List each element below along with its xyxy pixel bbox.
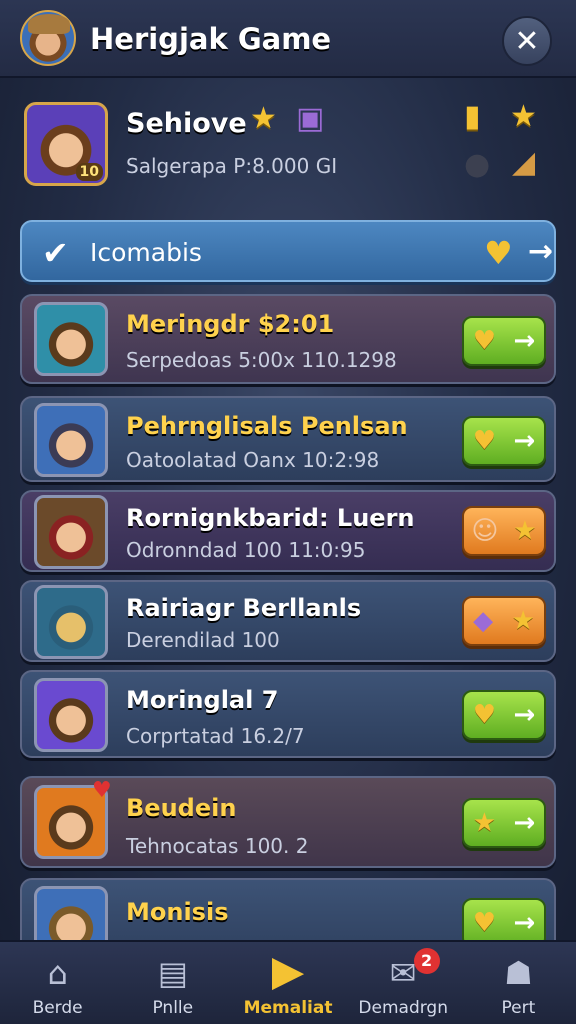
- arrow-right-icon: →: [528, 234, 554, 269]
- feather-icon[interactable]: ◢: [512, 148, 535, 178]
- close-icon: ✕: [514, 23, 540, 59]
- category-banner[interactable]: ✔ Icomabis ♥ →: [20, 220, 556, 282]
- profile-name: Sehiove: [126, 108, 247, 139]
- check-icon: ✔: [42, 234, 69, 272]
- item-subtitle: Oatoolatad Oanx 10:2:98: [126, 448, 380, 472]
- heart-icon: ♥: [472, 426, 497, 456]
- claim-button[interactable]: ♥ →: [462, 690, 546, 740]
- star-icon: ★: [250, 101, 277, 136]
- star-icon: ★: [513, 516, 537, 546]
- profile-avatar[interactable]: 10: [24, 102, 108, 186]
- hat-icon: [28, 14, 70, 34]
- arrow-right-icon: →: [513, 426, 536, 456]
- item-subtitle: Serpedoas 5:00x 110.1298: [126, 348, 397, 372]
- item-title: Moringlal 7: [126, 686, 279, 714]
- list-item[interactable]: Rairiagr Berllanls Derendilad 100 ◆ ★: [20, 580, 556, 662]
- nav-item-home[interactable]: ⌂ Berde: [0, 942, 115, 1024]
- cards-icon: ▤: [157, 954, 188, 992]
- top-bar: Herigjak Game ✕: [0, 0, 576, 78]
- item-subtitle: Corprtatad 16.2/7: [126, 724, 305, 748]
- claim-button[interactable]: ♥ →: [462, 316, 546, 366]
- nav-item-cards[interactable]: ▤ Pnlle: [115, 942, 230, 1024]
- list-item[interactable]: Rornignkbarid: Luern Odronndad 100 11:0:…: [20, 490, 556, 572]
- home-icon: ⌂: [47, 954, 68, 992]
- nav-item-chat[interactable]: ✉ 2 Demadrgn: [346, 942, 461, 1024]
- user-avatar[interactable]: [20, 10, 76, 66]
- arrow-right-icon: →: [513, 700, 536, 730]
- chat-icon: ✉: [389, 954, 417, 992]
- list-item[interactable]: Pehrnglisals Penlsan Oatoolatad Oanx 10:…: [20, 396, 556, 482]
- heart-badge-icon: ♥: [92, 778, 112, 803]
- nav-item-play[interactable]: ▶ Memaliat: [230, 942, 345, 1024]
- gem-icon: ◆: [473, 606, 494, 636]
- list-item[interactable]: Moringlal 7 Corprtatad 16.2/7 ♥ →: [20, 670, 556, 758]
- profile-icon: ☗: [504, 954, 533, 992]
- item-avatar: [34, 678, 108, 752]
- heart-icon: ♥: [472, 908, 497, 938]
- nav-label: Demadrgn: [358, 998, 448, 1018]
- nav-label: Memaliat: [243, 998, 333, 1018]
- item-subtitle: Derendilad 100: [126, 628, 280, 652]
- close-button[interactable]: ✕: [502, 16, 552, 66]
- item-subtitle: Odronndad 100 11:0:95: [126, 538, 366, 562]
- claim-button[interactable]: ★ →: [462, 798, 546, 848]
- heart-icon: ♥: [472, 326, 497, 356]
- item-avatar: [34, 403, 108, 477]
- gold-bars-icon[interactable]: ▮: [464, 102, 481, 132]
- level-badge: 10: [75, 163, 103, 181]
- claim-button[interactable]: ◆ ★: [462, 596, 546, 646]
- item-title: Rornignkbarid: Luern: [126, 504, 415, 532]
- item-avatar: [34, 302, 108, 376]
- item-avatar: [34, 495, 108, 569]
- list-item[interactable]: Meringdr $2:01 Serpedoas 5:00x 110.1298 …: [20, 294, 556, 384]
- star-reward-icon[interactable]: ★: [510, 102, 537, 132]
- character-icon: ☺: [471, 516, 499, 546]
- notification-badge: 2: [413, 948, 440, 974]
- item-title: Monisis: [126, 898, 229, 926]
- arrow-right-icon: →: [513, 808, 536, 838]
- star-icon: ★: [472, 808, 497, 838]
- banner-label: Icomabis: [90, 238, 202, 267]
- nav-label: Pnlle: [152, 998, 194, 1018]
- item-subtitle: Tehnocatas 100. 2: [126, 834, 309, 858]
- profile-card: 10 Sehiove Salgerapa P:8.000 GI ★ ▣ ▮ ★ …: [0, 88, 576, 206]
- claim-button[interactable]: ☺ ★: [462, 506, 546, 556]
- play-icon: ▶: [271, 946, 305, 995]
- heart-icon: ♥: [472, 700, 497, 730]
- ore-icon[interactable]: ●: [464, 150, 490, 180]
- list-item[interactable]: ♥ Beudein Tehnocatas 100. 2 ★ →: [20, 776, 556, 868]
- item-avatar: [34, 585, 108, 659]
- app-title: Herigjak Game: [90, 22, 332, 56]
- item-title: Meringdr $2:01: [126, 310, 335, 338]
- arrow-right-icon: →: [513, 326, 536, 356]
- treasure-chest-icon: ▣: [296, 101, 325, 136]
- nav-label: Berde: [32, 998, 83, 1018]
- nav-item-profile[interactable]: ☗ Pert: [461, 942, 576, 1024]
- arrow-right-icon: →: [513, 908, 536, 938]
- star-icon: ★: [511, 606, 535, 636]
- nav-label: Pert: [501, 998, 536, 1018]
- item-title: Beudein: [126, 794, 237, 822]
- claim-button[interactable]: ♥ →: [462, 416, 546, 466]
- profile-balance: Salgerapa P:8.000 GI: [126, 154, 338, 178]
- bottom-nav: ⌂ Berde ▤ Pnlle ▶ Memaliat ✉ 2 Demadrgn …: [0, 940, 576, 1024]
- item-title: Rairiagr Berllanls: [126, 594, 362, 622]
- heart-icon: ♥: [484, 234, 513, 272]
- item-title: Pehrnglisals Penlsan: [126, 412, 408, 440]
